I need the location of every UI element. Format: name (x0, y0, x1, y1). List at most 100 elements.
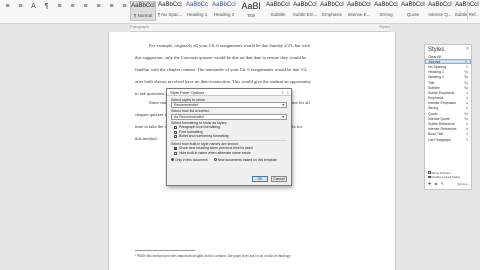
formatting-option[interactable]: Bullet and numbering formatting (171, 134, 287, 139)
scope-option-label: Only in this document (175, 157, 208, 162)
style-gallery-item[interactable]: AaBbCc Heading 1 (184, 1, 210, 21)
options-link[interactable]: Options... (457, 182, 470, 186)
ribbon-tool-icon[interactable]: ≡ (2, 2, 13, 12)
checkbox[interactable] (428, 175, 431, 179)
style-gallery-item[interactable]: AaBbCcI Emphasis (319, 1, 345, 21)
scope-option[interactable]: Only in this document (171, 157, 208, 162)
disable-linked-checkbox[interactable]: Disable Linked Styles (428, 175, 470, 179)
ribbon-tool-icon[interactable]: ≡ (119, 2, 130, 12)
style-item-label: Emphasis (428, 96, 444, 101)
dialog-title-bar: Style Pane Options ? × (167, 89, 291, 96)
styles-pane-heading: Styles (428, 47, 445, 53)
ok-button[interactable]: OK (252, 176, 268, 182)
style-gallery-item[interactable]: AaBbCcI Subtitle (265, 1, 291, 21)
dialog-title: Style Pane Options (170, 90, 205, 95)
style-item-label: Normal (429, 59, 441, 64)
ribbon-tool-icon[interactable]: ≡ (80, 2, 91, 12)
styles-pane: Styles × Clear All Normal ¶ No Spacing ¶ Head… (424, 44, 472, 190)
ribbon-tool-icon[interactable]: ≡ (67, 2, 78, 12)
ruler-right-label: Styles (379, 24, 390, 29)
ribbon: ≡≡A¶≡≡≡≡≡≡A AaBbCcI ¶ Normal AaBbCcI¶ No S… (0, 0, 480, 24)
style-item-label: Book Title (428, 132, 444, 137)
style-name: Heading 2 (213, 12, 235, 17)
document-line: familiar with the chapter content. The r… (135, 67, 308, 72)
style-pane-options-dialog: Style Pane Options ? × Select styles to … (166, 88, 292, 186)
style-gallery-item[interactable]: AaBbCcI Intense E... (346, 1, 372, 21)
checkbox[interactable] (174, 126, 177, 130)
close-icon[interactable]: × (466, 46, 469, 52)
style-gallery-item[interactable]: AaBbCcI ¶ No Spac... (157, 1, 183, 21)
style-gallery-item[interactable]: AaBbCcI Intense Q... (427, 1, 453, 21)
ribbon-tool-icon[interactable]: ≡ (106, 2, 117, 12)
ruler: Paragraph Styles (130, 24, 390, 32)
styles-list-item[interactable]: List Paragraph ¶ (425, 137, 471, 142)
builtin-option[interactable]: Hide built-in name when alternate name e… (171, 151, 287, 156)
style-item-label: Quote (428, 111, 438, 116)
style-sample: AaBbCcI (293, 2, 317, 8)
ribbon-paragraph-tools: ≡≡A¶≡≡≡≡≡≡A (2, 2, 143, 12)
checkbox[interactable] (428, 171, 431, 174)
cancel-button[interactable]: Cancel (271, 176, 287, 182)
checkbox[interactable] (174, 151, 177, 155)
style-gallery-item[interactable]: AaBbCcI ¶ Normal (130, 1, 156, 21)
footnote-separator (135, 250, 195, 251)
style-sample: AaBbCcI (131, 3, 155, 9)
checkbox[interactable] (174, 147, 177, 151)
ribbon-tool-icon[interactable]: ≡ (15, 2, 26, 12)
show-styles-select[interactable]: Recommended ▼ (171, 102, 287, 109)
manage-styles-icon[interactable]: ✎ (440, 181, 443, 186)
document-line: this suggestion, only the Concepts quizz… (135, 55, 307, 60)
style-gallery: AaBbCcI ¶ Normal AaBbCcI ¶ No Spac... AaBbCc… (130, 1, 480, 21)
style-type-icon: ¶a (464, 111, 468, 116)
checkbox[interactable] (174, 130, 177, 134)
close-icon[interactable]: × (287, 89, 289, 96)
style-item-label: Title (428, 80, 435, 85)
style-name: Emphasis (322, 12, 342, 17)
style-gallery-item[interactable]: AaBl Title (238, 1, 264, 21)
style-type-icon: a (466, 101, 468, 106)
ruler-left-label: Paragraph (130, 24, 149, 29)
help-icon[interactable]: ? (281, 89, 283, 96)
style-type-icon: ¶a (464, 70, 468, 75)
style-type-icon: a (466, 96, 468, 101)
style-gallery-item[interactable]: AaBbCcI Quote (400, 1, 426, 21)
ribbon-tool-icon[interactable]: ≡ (93, 2, 104, 12)
sort-select[interactable]: As Recommended ▼ (171, 113, 287, 120)
style-item-label: Strong (428, 106, 439, 111)
radio-button[interactable] (213, 157, 217, 161)
style-gallery-item[interactable]: AaBbCcI Heading 2 (211, 1, 237, 21)
style-gallery-item[interactable]: AaBbCcI Subtle Em... (292, 1, 318, 21)
radio-button[interactable] (171, 157, 174, 161)
new-style-icon[interactable]: ✚ (428, 181, 431, 186)
document-line: For example, originally all your Ch. 6 a… (149, 43, 310, 48)
ribbon-scroll[interactable] (467, 3, 478, 20)
style-inspector-icon[interactable]: ◈ (434, 181, 437, 186)
style-sample: AaBbCcI (347, 2, 371, 8)
ribbon-tool-icon[interactable]: ¶ (41, 2, 52, 12)
style-gallery-item[interactable]: AaBbCcI Strong (373, 1, 399, 21)
styles-list-item[interactable]: Intense Quote ¶a (425, 116, 471, 121)
style-item-label: Intense Reference (428, 127, 457, 132)
style-item-label: Subtle Reference (428, 122, 456, 127)
scope-options: Only in this document New documents based… (171, 157, 287, 162)
document-line: after both classes involved have no thei… (135, 79, 312, 84)
scope-option[interactable]: New documents based on this template (213, 157, 277, 162)
styles-pane-title: Styles × (425, 45, 471, 54)
style-sample: AaBbCcI (266, 2, 290, 8)
style-sample: AaBbCc (185, 2, 208, 8)
word-window: ≡≡A¶≡≡≡≡≡≡A AaBbCcI ¶ Normal AaBbCcI¶ No S… (0, 0, 480, 270)
style-type-icon: a (466, 127, 468, 132)
ribbon-tool-icon[interactable]: A (28, 2, 39, 12)
sort-value: As Recommended (174, 114, 204, 119)
chevron-down-icon: ▼ (281, 103, 285, 108)
style-type-icon: ¶a (464, 75, 468, 80)
style-type-icon: a (466, 90, 468, 95)
style-sample: AaBbCcI (320, 2, 344, 8)
style-sample: AaBbCcI (212, 2, 236, 8)
chevron-down-icon: ▼ (281, 114, 285, 119)
checkbox[interactable] (174, 135, 177, 139)
style-name: ¶ Normal (133, 13, 153, 18)
ribbon-tool-icon[interactable]: ≡ (54, 2, 65, 12)
style-name: Quote (406, 12, 420, 17)
style-item-label: Intense Quote (428, 116, 450, 121)
